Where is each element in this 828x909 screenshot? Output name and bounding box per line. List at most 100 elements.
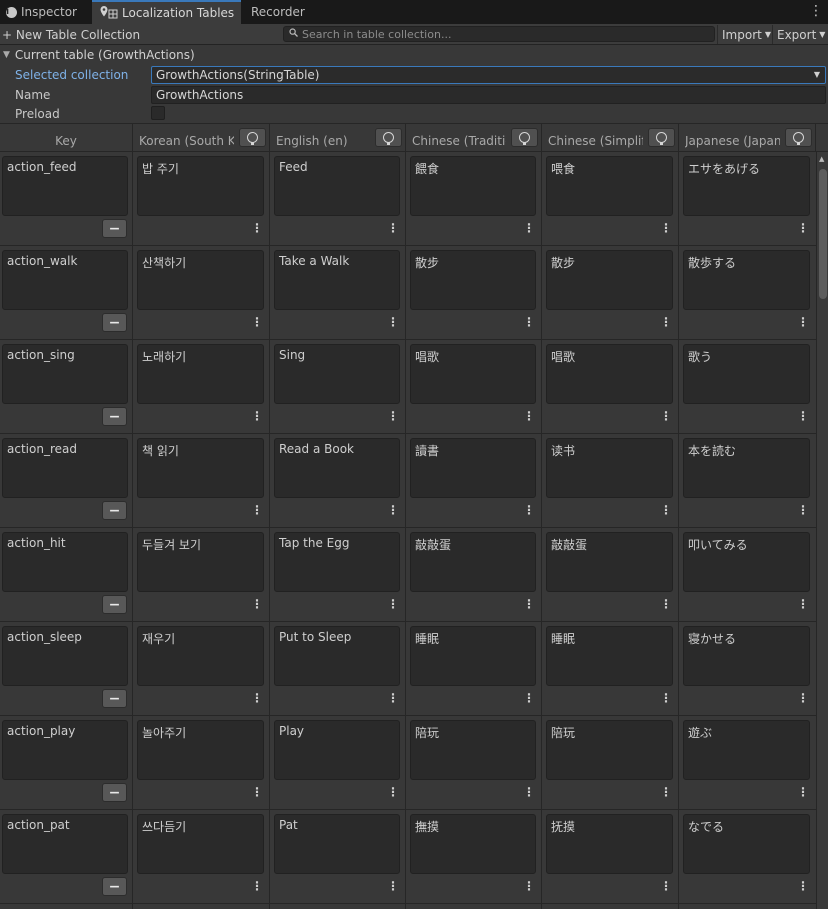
entry-menu-kebab-icon[interactable]: ⋮ xyxy=(387,785,399,799)
locale-metadata-button[interactable] xyxy=(239,128,266,147)
translation-field-japanese[interactable]: エサをあげる xyxy=(683,156,810,216)
translation-field-japanese[interactable]: 本を読む xyxy=(683,438,810,498)
entry-menu-kebab-icon[interactable]: ⋮ xyxy=(387,691,399,705)
translation-field-japanese[interactable]: 歌う xyxy=(683,344,810,404)
entry-menu-kebab-icon[interactable]: ⋮ xyxy=(251,221,263,235)
entry-menu-kebab-icon[interactable]: ⋮ xyxy=(251,597,263,611)
remove-row-button[interactable]: − xyxy=(102,783,127,802)
translation-field-korean[interactable]: 밥 주기 xyxy=(137,156,264,216)
translation-field-chinese-simplified[interactable]: 抚摸 xyxy=(546,814,673,874)
translation-field-korean[interactable]: 놀아주기 xyxy=(137,720,264,780)
entry-menu-kebab-icon[interactable]: ⋮ xyxy=(251,315,263,329)
name-field[interactable]: GrowthActions xyxy=(151,86,826,104)
translation-field-korean[interactable]: 쓰다듬기 xyxy=(137,814,264,874)
translation-field-japanese[interactable]: 叩いてみる xyxy=(683,532,810,592)
remove-row-button[interactable]: − xyxy=(102,407,127,426)
translation-field-chinese-traditional[interactable]: 睡眠 xyxy=(410,626,536,686)
translation-field-korean[interactable]: 재우기 xyxy=(137,626,264,686)
entry-menu-kebab-icon[interactable]: ⋮ xyxy=(523,409,535,423)
tab-recorder[interactable]: Recorder xyxy=(251,0,321,24)
translation-field-english[interactable]: Tap the Egg xyxy=(274,532,400,592)
entry-menu-kebab-icon[interactable]: ⋮ xyxy=(387,315,399,329)
entry-menu-kebab-icon[interactable]: ⋮ xyxy=(523,315,535,329)
entry-menu-kebab-icon[interactable]: ⋮ xyxy=(251,879,263,893)
translation-field-chinese-simplified[interactable]: 喂食 xyxy=(546,156,673,216)
search-field[interactable]: Search in table collection... xyxy=(283,26,715,42)
entry-menu-kebab-icon[interactable]: ⋮ xyxy=(660,879,672,893)
entry-menu-kebab-icon[interactable]: ⋮ xyxy=(797,503,809,517)
entry-menu-kebab-icon[interactable]: ⋮ xyxy=(660,221,672,235)
tab-inspector[interactable]: i Inspector xyxy=(6,0,92,24)
entry-menu-kebab-icon[interactable]: ⋮ xyxy=(251,503,263,517)
translation-field-japanese[interactable]: 散歩する xyxy=(683,250,810,310)
remove-row-button[interactable]: − xyxy=(102,313,127,332)
entry-menu-kebab-icon[interactable]: ⋮ xyxy=(523,503,535,517)
entry-menu-kebab-icon[interactable]: ⋮ xyxy=(387,503,399,517)
current-table-foldout[interactable]: ▼ Current table (GrowthActions) xyxy=(3,48,195,62)
entry-menu-kebab-icon[interactable]: ⋮ xyxy=(523,879,535,893)
window-menu-kebab-icon[interactable]: ⋮ xyxy=(809,3,823,19)
entry-menu-kebab-icon[interactable]: ⋮ xyxy=(660,597,672,611)
entry-menu-kebab-icon[interactable]: ⋮ xyxy=(387,597,399,611)
locale-metadata-button[interactable] xyxy=(511,128,538,147)
key-field[interactable]: action_pat xyxy=(2,814,128,874)
translation-field-korean[interactable]: 두들겨 보기 xyxy=(137,532,264,592)
entry-menu-kebab-icon[interactable]: ⋮ xyxy=(523,785,535,799)
entry-menu-kebab-icon[interactable]: ⋮ xyxy=(797,879,809,893)
entry-menu-kebab-icon[interactable]: ⋮ xyxy=(387,221,399,235)
remove-row-button[interactable]: − xyxy=(102,595,127,614)
remove-row-button[interactable]: − xyxy=(102,689,127,708)
entry-menu-kebab-icon[interactable]: ⋮ xyxy=(797,691,809,705)
translation-field-chinese-simplified[interactable]: 散步 xyxy=(546,250,673,310)
entry-menu-kebab-icon[interactable]: ⋮ xyxy=(251,785,263,799)
translation-field-chinese-traditional[interactable]: 讀書 xyxy=(410,438,536,498)
entry-menu-kebab-icon[interactable]: ⋮ xyxy=(797,315,809,329)
entry-menu-kebab-icon[interactable]: ⋮ xyxy=(387,409,399,423)
translation-field-chinese-traditional[interactable]: 餵食 xyxy=(410,156,536,216)
entry-menu-kebab-icon[interactable]: ⋮ xyxy=(387,879,399,893)
key-field[interactable]: action_read xyxy=(2,438,128,498)
translation-field-english[interactable]: Pat xyxy=(274,814,400,874)
locale-metadata-button[interactable] xyxy=(375,128,402,147)
scroll-up-arrow-icon[interactable]: ▲ xyxy=(819,155,824,163)
translation-field-japanese[interactable]: なでる xyxy=(683,814,810,874)
entry-menu-kebab-icon[interactable]: ⋮ xyxy=(797,597,809,611)
translation-field-korean[interactable]: 책 읽기 xyxy=(137,438,264,498)
preload-checkbox[interactable] xyxy=(151,106,165,120)
locale-metadata-button[interactable] xyxy=(648,128,675,147)
key-field[interactable]: action_sing xyxy=(2,344,128,404)
translation-field-chinese-traditional[interactable]: 散步 xyxy=(410,250,536,310)
new-table-collection-button[interactable]: + New Table Collection xyxy=(2,26,140,43)
entry-menu-kebab-icon[interactable]: ⋮ xyxy=(251,409,263,423)
entry-menu-kebab-icon[interactable]: ⋮ xyxy=(251,691,263,705)
translation-field-chinese-simplified[interactable]: 陪玩 xyxy=(546,720,673,780)
key-field[interactable]: action_feed xyxy=(2,156,128,216)
translation-field-japanese[interactable]: 遊ぶ xyxy=(683,720,810,780)
translation-field-chinese-traditional[interactable]: 陪玩 xyxy=(410,720,536,780)
locale-metadata-button[interactable] xyxy=(785,128,812,147)
translation-field-chinese-simplified[interactable]: 唱歌 xyxy=(546,344,673,404)
translation-field-chinese-traditional[interactable]: 敲敲蛋 xyxy=(410,532,536,592)
tab-localization-tables[interactable]: Localization Tables xyxy=(92,0,241,24)
scrollbar-thumb[interactable] xyxy=(819,169,827,299)
import-dropdown[interactable]: Import ▼ xyxy=(717,25,772,44)
key-field[interactable]: action_hit xyxy=(2,532,128,592)
translation-field-chinese-traditional[interactable]: 撫摸 xyxy=(410,814,536,874)
entry-menu-kebab-icon[interactable]: ⋮ xyxy=(660,785,672,799)
entry-menu-kebab-icon[interactable]: ⋮ xyxy=(660,691,672,705)
entry-menu-kebab-icon[interactable]: ⋮ xyxy=(523,221,535,235)
key-field[interactable]: action_play xyxy=(2,720,128,780)
translation-field-chinese-traditional[interactable]: 唱歌 xyxy=(410,344,536,404)
translation-field-korean[interactable]: 산책하기 xyxy=(137,250,264,310)
remove-row-button[interactable]: − xyxy=(102,877,127,896)
entry-menu-kebab-icon[interactable]: ⋮ xyxy=(523,691,535,705)
translation-field-chinese-simplified[interactable]: 读书 xyxy=(546,438,673,498)
entry-menu-kebab-icon[interactable]: ⋮ xyxy=(660,315,672,329)
vertical-scrollbar[interactable]: ▲ xyxy=(816,152,828,909)
entry-menu-kebab-icon[interactable]: ⋮ xyxy=(523,597,535,611)
translation-field-english[interactable]: Play xyxy=(274,720,400,780)
translation-field-korean[interactable]: 노래하기 xyxy=(137,344,264,404)
translation-field-chinese-simplified[interactable]: 睡眠 xyxy=(546,626,673,686)
translation-field-english[interactable]: Read a Book xyxy=(274,438,400,498)
entry-menu-kebab-icon[interactable]: ⋮ xyxy=(660,409,672,423)
